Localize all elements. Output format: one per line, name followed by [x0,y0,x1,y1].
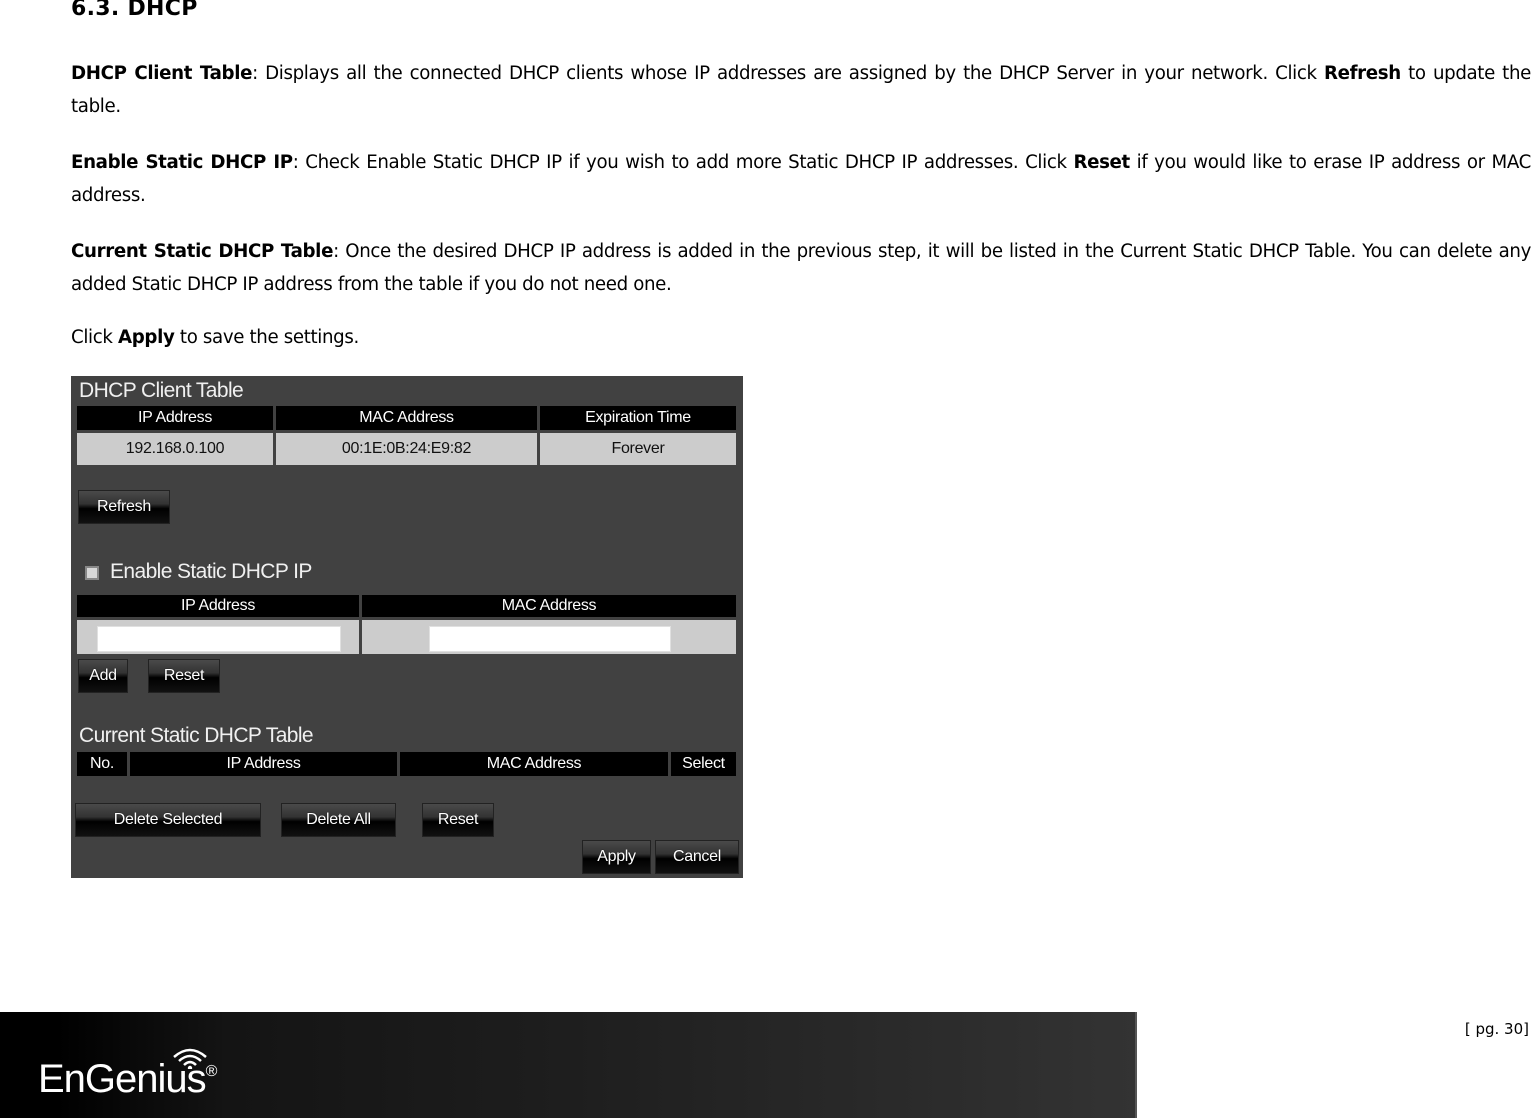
static-col-mac: MAC Address [362,595,736,617]
static-col-ip: IP Address [77,595,359,617]
enable-static-checkbox[interactable] [85,566,99,580]
brand-name: EnGenius [38,1057,207,1101]
text: : Displays all the connected DHCP client… [252,63,1324,84]
engenius-logo: EnGenius® [38,1057,218,1102]
apply-button[interactable]: Apply [582,840,651,874]
term: Current Static DHCP Table [71,241,334,262]
delete-selected-button[interactable]: Delete Selected [75,803,261,837]
client-cell-mac: 00:1E:0B:24:E9:82 [276,433,537,465]
static-mac-input[interactable] [429,626,671,652]
current-col-select: Select [671,752,736,776]
client-col-mac: MAC Address [276,406,537,430]
term: Enable Static DHCP IP [71,152,293,173]
client-cell-expiration: Forever [540,433,736,465]
page-number: [ pg. 30] [1464,1020,1529,1038]
current-table-title: Current Static DHCP Table [79,724,314,747]
enable-static-label: Enable Static DHCP IP [110,560,312,583]
cancel-button[interactable]: Cancel [655,840,739,874]
term: Apply [118,327,175,348]
current-reset-button[interactable]: Reset [422,803,494,837]
text: Click [71,327,119,348]
current-col-no: No. [77,752,127,776]
client-col-expiration: Expiration Time [540,406,736,430]
section-heading: 6.3. DHCP [71,0,198,21]
client-col-ip: IP Address [77,406,273,430]
registered-mark: ® [205,1063,218,1080]
refresh-button[interactable]: Refresh [78,490,170,524]
paragraph-apply: Click Apply to save the settings. [71,321,1531,354]
text: to save the settings. [174,327,359,348]
static-ip-input[interactable] [97,626,341,652]
delete-all-button[interactable]: Delete All [281,803,396,837]
add-button[interactable]: Add [78,659,128,693]
current-col-ip: IP Address [130,752,397,776]
dhcp-settings-panel: DHCP Client Table IP Address MAC Address… [71,376,743,878]
paragraph-enable-static: Enable Static DHCP IP: Check Enable Stat… [71,146,1531,212]
client-cell-ip: 192.168.0.100 [77,433,273,465]
term: Reset [1073,152,1130,173]
static-reset-button[interactable]: Reset [148,659,220,693]
term: DHCP Client Table [71,63,253,84]
client-table-title: DHCP Client Table [79,379,244,402]
current-col-mac: MAC Address [400,752,668,776]
footer-divider [1135,1012,1137,1118]
text: : Check Enable Static DHCP IP if you wis… [292,152,1074,173]
paragraph-current-static: Current Static DHCP Table: Once the desi… [71,235,1531,301]
term: Refresh [1323,63,1401,84]
paragraph-dhcp-client-table: DHCP Client Table: Displays all the conn… [71,57,1531,123]
